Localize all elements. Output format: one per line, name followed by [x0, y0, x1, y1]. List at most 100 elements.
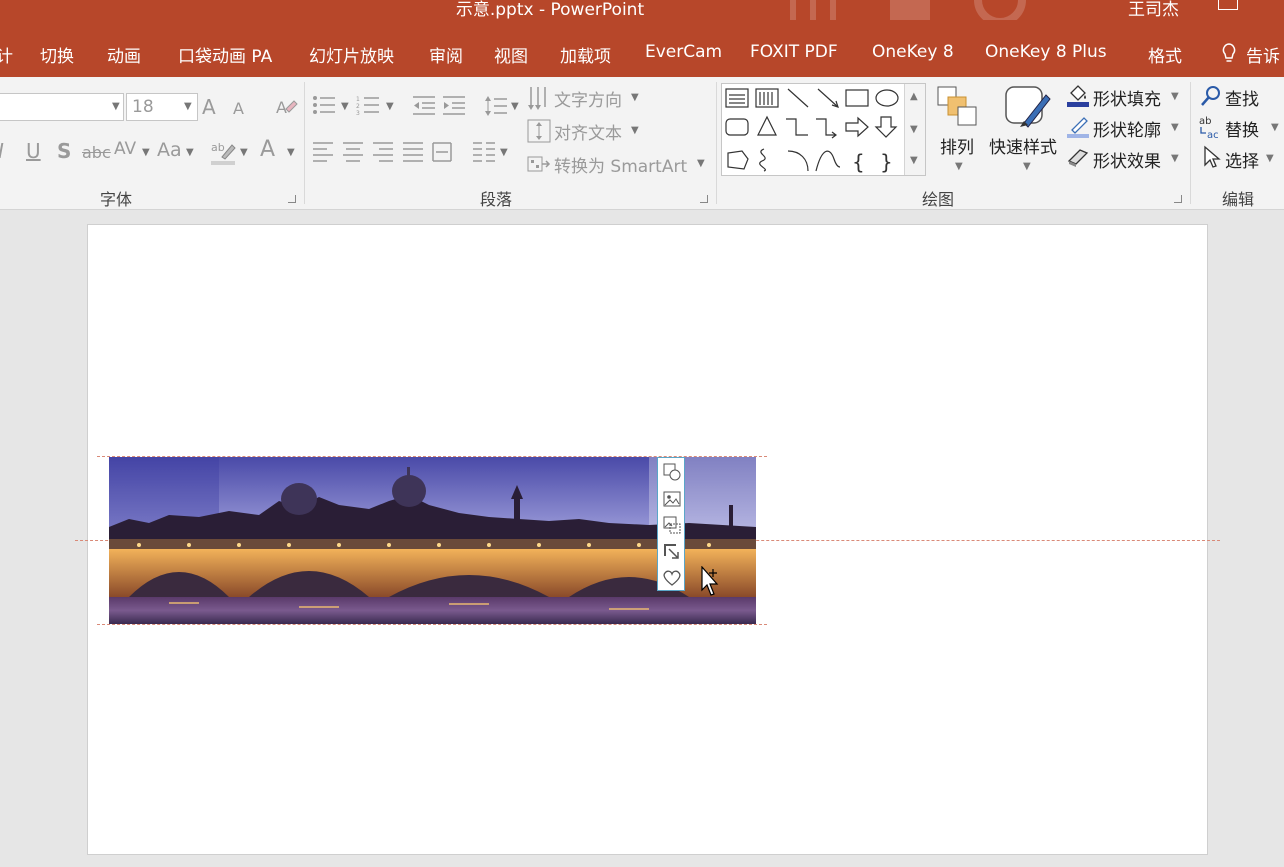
replace-dropdown-icon[interactable]: ▼	[1271, 122, 1279, 133]
columns-dropdown-icon[interactable]: ▼	[500, 147, 508, 158]
quick-styles-label[interactable]: 快速样式	[989, 133, 1057, 158]
user-name[interactable]: 王司杰	[1128, 0, 1179, 20]
svg-text:{: {	[852, 150, 865, 174]
lightbulb-icon[interactable]	[1222, 43, 1236, 63]
tab-design[interactable]: 计	[0, 42, 13, 67]
svg-text:}: }	[880, 150, 893, 174]
font-group-label: 字体	[100, 186, 132, 210]
highlight-dropdown-icon[interactable]: ▼	[240, 147, 248, 158]
shape-fill-icon[interactable]	[1066, 83, 1090, 107]
line-spacing-dropdown-icon[interactable]: ▼	[511, 101, 519, 112]
smartart-dropdown-icon[interactable]: ▼	[697, 158, 705, 169]
text-direction-icon[interactable]	[527, 85, 551, 111]
tab-foxit-pdf[interactable]: FOXIT PDF	[750, 42, 838, 62]
tab-addins[interactable]: 加载项	[560, 42, 611, 67]
shrink-font-icon[interactable]: A	[233, 99, 244, 118]
change-case-dropdown-icon[interactable]: ▼	[186, 147, 194, 158]
increase-indent-icon[interactable]	[442, 95, 466, 115]
tab-transitions[interactable]: 切换	[40, 42, 74, 67]
smartart-icon[interactable]	[527, 153, 551, 175]
text-direction-dropdown-icon[interactable]: ▼	[631, 92, 639, 103]
gallery-scroll-up-icon[interactable]: ▲	[910, 91, 918, 102]
replace-label[interactable]: 替换	[1225, 116, 1259, 141]
bullets-icon[interactable]	[312, 95, 336, 115]
shape-outline-icon[interactable]	[1066, 114, 1090, 138]
numbering-icon[interactable]: 123	[356, 95, 380, 115]
image-icon[interactable]	[662, 489, 682, 509]
align-text-icon[interactable]	[527, 119, 551, 143]
font-name-dropdown-icon[interactable]: ▼	[112, 101, 120, 112]
font-color-dropdown-icon[interactable]: ▼	[287, 147, 295, 158]
change-case-button[interactable]: Aa	[157, 139, 182, 161]
shapes-gallery-grid[interactable]: { }	[724, 87, 904, 175]
shape-fill-label[interactable]: 形状填充	[1093, 85, 1161, 110]
arrange-icon[interactable]	[936, 85, 980, 129]
text-direction-label[interactable]: 文字方向	[554, 86, 622, 111]
align-text-label[interactable]: 对齐文本	[554, 119, 622, 144]
quick-styles-dropdown-icon[interactable]: ▼	[1023, 161, 1031, 172]
tab-slideshow[interactable]: 幻灯片放映	[309, 42, 394, 67]
underline-button[interactable]: U	[26, 139, 41, 163]
resize-icon[interactable]	[662, 542, 682, 562]
convert-smartart-label[interactable]: 转换为 SmartArt	[554, 152, 687, 177]
columns-icon[interactable]	[472, 141, 496, 163]
shape-effects-label[interactable]: 形状效果	[1093, 147, 1161, 172]
paragraph-dialog-launcher-icon[interactable]	[700, 195, 708, 203]
select-dropdown-icon[interactable]: ▼	[1266, 153, 1274, 164]
char-spacing-button[interactable]: AV	[114, 139, 136, 159]
arrange-label[interactable]: 排列	[940, 133, 974, 158]
svg-text:ab: ab	[1199, 116, 1211, 127]
clear-format-icon[interactable]: A	[274, 95, 298, 119]
tab-tell-me[interactable]: 告诉	[1246, 42, 1280, 67]
char-spacing-dropdown-icon[interactable]: ▼	[142, 147, 150, 158]
numbering-dropdown-icon[interactable]: ▼	[386, 101, 394, 112]
gallery-more-icon[interactable]: ▼	[910, 155, 918, 166]
tab-view[interactable]: 视图	[494, 42, 528, 67]
shape-outline-dropdown-icon[interactable]: ▼	[1171, 122, 1179, 133]
font-dialog-launcher-icon[interactable]	[288, 195, 296, 203]
alignment-icons[interactable]	[312, 141, 452, 163]
drawing-dialog-launcher-icon[interactable]	[1174, 195, 1182, 203]
tab-animations[interactable]: 动画	[107, 42, 141, 67]
italic-button[interactable]: I	[0, 139, 4, 163]
svg-text:3: 3	[356, 110, 360, 115]
search-icon[interactable]	[1200, 85, 1222, 107]
tab-format[interactable]: 格式	[1148, 42, 1182, 67]
tab-pocket-animation[interactable]: 口袋动画 PA	[178, 42, 272, 67]
paragraph-group-label: 段落	[480, 186, 512, 210]
replace-icon[interactable]: ab ac	[1198, 114, 1224, 140]
strikethrough-button[interactable]: abc	[82, 143, 111, 162]
highlight-icon[interactable]: ab	[210, 139, 238, 165]
arrange-dropdown-icon[interactable]: ▼	[955, 161, 963, 172]
line-spacing-icon[interactable]	[484, 95, 508, 117]
change-picture-icon[interactable]	[662, 515, 682, 535]
select-label[interactable]: 选择	[1225, 147, 1259, 172]
bullets-dropdown-icon[interactable]: ▼	[341, 101, 349, 112]
quick-styles-icon[interactable]	[1002, 83, 1052, 133]
shape-effects-dropdown-icon[interactable]: ▼	[1171, 153, 1179, 164]
share-icon[interactable]	[1218, 0, 1238, 10]
tab-review[interactable]: 审阅	[429, 42, 463, 67]
svg-text:ab: ab	[211, 141, 225, 154]
font-size-value: 18	[132, 97, 154, 117]
align-text-dropdown-icon[interactable]: ▼	[631, 125, 639, 136]
font-name-box[interactable]	[0, 93, 124, 121]
select-cursor-icon[interactable]	[1202, 145, 1222, 169]
shape-crop-icon[interactable]	[662, 462, 682, 482]
find-label[interactable]: 查找	[1225, 85, 1259, 110]
shape-effects-icon[interactable]	[1066, 145, 1090, 169]
group-separator	[1190, 82, 1191, 204]
tab-onekey-8-plus[interactable]: OneKey 8 Plus	[985, 42, 1107, 62]
grow-font-icon[interactable]: A	[202, 95, 216, 119]
font-size-dropdown-icon[interactable]: ▼	[184, 101, 192, 112]
shape-outline-label[interactable]: 形状轮廓	[1093, 116, 1161, 141]
decrease-indent-icon[interactable]	[412, 95, 436, 115]
gallery-scroll-down-icon[interactable]: ▼	[910, 124, 918, 135]
tab-onekey-8[interactable]: OneKey 8	[872, 42, 954, 62]
shadow-button[interactable]: S	[57, 139, 71, 163]
heart-icon[interactable]	[662, 568, 682, 588]
title-bar: 示意.pptx - PowerPoint 王司杰	[0, 0, 1284, 20]
shape-fill-dropdown-icon[interactable]: ▼	[1171, 91, 1179, 102]
font-color-button[interactable]: A	[260, 137, 275, 162]
tab-evercam[interactable]: EverCam	[645, 42, 722, 62]
